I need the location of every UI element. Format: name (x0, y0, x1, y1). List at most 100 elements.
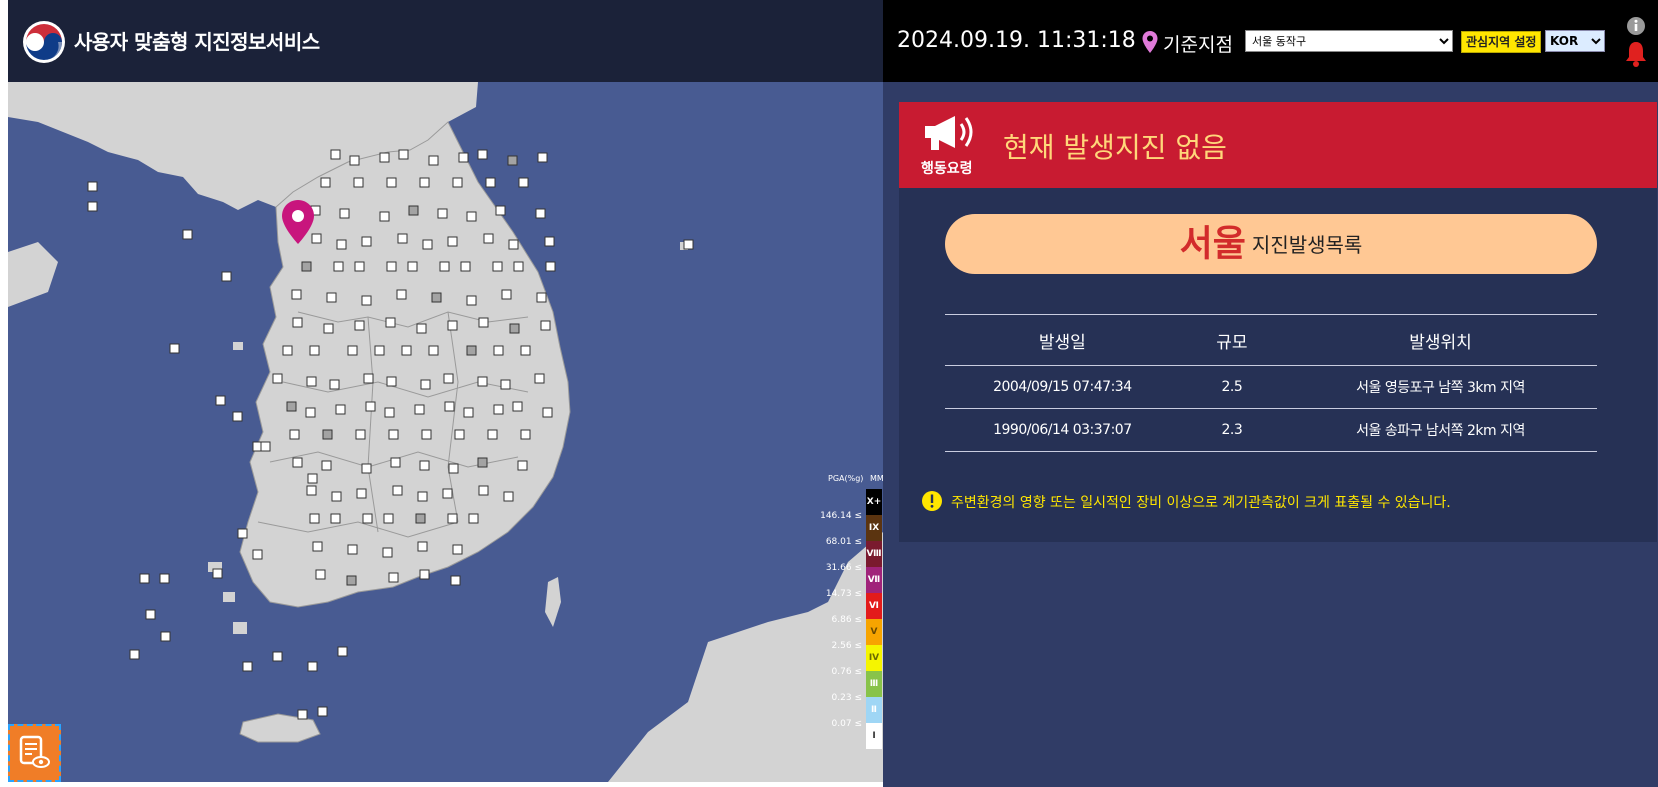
reference-point-label: 기준지점 (1163, 34, 1233, 56)
seismic-station-marker (500, 379, 511, 390)
seismic-station-marker (388, 429, 399, 440)
seismic-station-marker (398, 149, 409, 160)
seismic-station-marker (311, 233, 322, 244)
island (223, 592, 235, 602)
seismic-station-marker (443, 373, 454, 384)
seismic-station-marker (382, 547, 393, 558)
pga-scale-header: PGA(%g) MMI (828, 474, 883, 483)
seismic-station-marker (301, 261, 312, 272)
seismic-station-marker (87, 181, 98, 192)
pga-threshold-label: 68.01 ≤ (825, 537, 862, 547)
seismic-station-marker (321, 460, 332, 471)
island (233, 342, 243, 350)
mmi-level: V (866, 619, 882, 645)
mmi-level: Ⅵ (866, 593, 882, 619)
seismic-station-marker (487, 429, 498, 440)
seismic-station-marker (374, 345, 385, 356)
service-title[interactable]: 사용자 맞춤형 지진정보서비스 (74, 26, 320, 55)
seismic-station-marker (354, 261, 365, 272)
seismic-station-marker (542, 407, 553, 418)
warning-text: 주변환경의 영향 또는 일시적인 장비 이상으로 계기관측값이 크게 표출될 수… (951, 495, 1451, 511)
seismic-station-marker (361, 295, 372, 306)
seismic-station-marker (323, 323, 334, 334)
mmi-level: Ⅱ (866, 697, 882, 723)
seismic-station-marker (306, 376, 317, 387)
alert-status-text: 현재 발생지진 없음 (1003, 131, 1227, 164)
seismic-station-marker (535, 208, 546, 219)
seismic-station-marker (354, 320, 365, 331)
seismic-station-marker (365, 401, 376, 412)
info-icon[interactable] (1626, 16, 1646, 36)
seismic-station-marker (493, 404, 504, 415)
seismic-station-marker (392, 485, 403, 496)
seismic-station-marker (485, 177, 496, 188)
pga-threshold-label: 6.86 ≤ (831, 615, 862, 625)
language-select[interactable]: KOR (1545, 30, 1605, 52)
earthquake-map[interactable]: PGA(%g) MMI 146.14 ≤ 68.01 ≤ 31.66 ≤ 14.73 … (8, 82, 883, 782)
seismic-station-marker (291, 289, 302, 300)
seismic-station-marker (447, 236, 458, 247)
seismic-station-marker (454, 429, 465, 440)
seismic-station-marker (388, 572, 399, 583)
seismic-station-marker (384, 407, 395, 418)
seismic-station-marker (139, 573, 150, 584)
document-view-button[interactable] (8, 724, 61, 782)
seismic-station-marker (353, 177, 364, 188)
seismic-station-marker (242, 661, 253, 672)
seismic-station-marker (517, 460, 528, 471)
reference-location-select[interactable]: 서울 동작구 (1245, 30, 1453, 52)
interest-area-button[interactable]: 관심지역 설정 (1461, 31, 1542, 53)
megaphone-icon[interactable] (921, 112, 981, 156)
seismic-station-marker (466, 295, 477, 306)
seismic-station-marker (337, 646, 348, 657)
seismic-station-marker (129, 649, 140, 660)
mmi-level: IV (866, 645, 882, 671)
document-eye-icon (19, 735, 50, 768)
seismic-station-marker (512, 401, 523, 412)
seismic-station-marker (289, 429, 300, 440)
region-name: 서울 (1179, 223, 1246, 265)
seismic-station-marker (386, 177, 397, 188)
seismic-station-marker (379, 211, 390, 222)
seismic-station-marker (320, 177, 331, 188)
seismic-station-marker (349, 155, 360, 166)
header-magnitude: 규모 (1179, 314, 1285, 366)
seismic-station-marker (415, 513, 426, 524)
seismic-station-marker (292, 457, 303, 468)
seismic-station-marker (330, 513, 341, 524)
region-earthquake-list-title: 서울 지진발생목록 (945, 214, 1597, 274)
seismic-station-marker (463, 407, 474, 418)
row-date: 1990/06/14 03:37:07 (945, 408, 1180, 452)
seismic-station-marker (356, 488, 367, 499)
seismic-station-marker (683, 239, 694, 250)
row-date: 2004/09/15 07:47:34 (945, 365, 1180, 409)
seismic-station-marker (444, 401, 455, 412)
action-guide-label[interactable]: 행동요령 (921, 158, 973, 178)
right-panel: 행동요령 현재 발생지진 없음 서울 지진발생목록 발생일 규모 발생위치 200… (883, 82, 1658, 787)
seismic-station-marker (307, 473, 318, 484)
seismic-station-marker (386, 261, 397, 272)
seismic-station-marker (495, 205, 506, 216)
pga-threshold-label: 14.73 ≤ (825, 589, 862, 599)
seismic-station-marker (508, 239, 519, 250)
alarm-bell-icon[interactable] (1624, 40, 1648, 68)
alert-header: 행동요령 현재 발생지진 없음 (899, 102, 1657, 188)
seismic-station-marker (159, 573, 170, 584)
government-logo-icon[interactable] (22, 20, 66, 64)
map-canvas[interactable] (8, 82, 883, 782)
seismic-station-marker (416, 323, 427, 334)
seismic-station-marker (501, 289, 512, 300)
seismic-station-marker (362, 513, 373, 524)
seismic-station-marker (544, 236, 555, 247)
seismic-station-marker (520, 345, 531, 356)
seismic-station-marker (466, 211, 477, 222)
seismic-station-marker (182, 229, 193, 240)
seismic-station-marker (492, 261, 503, 272)
seismic-station-marker (428, 345, 439, 356)
pga-threshold-label: 31.66 ≤ (825, 563, 862, 573)
seismic-station-marker (545, 261, 556, 272)
seismic-station-marker (468, 513, 479, 524)
seismic-station-marker (336, 239, 347, 250)
seismic-station-marker (309, 345, 320, 356)
seismic-station-marker (386, 376, 397, 387)
